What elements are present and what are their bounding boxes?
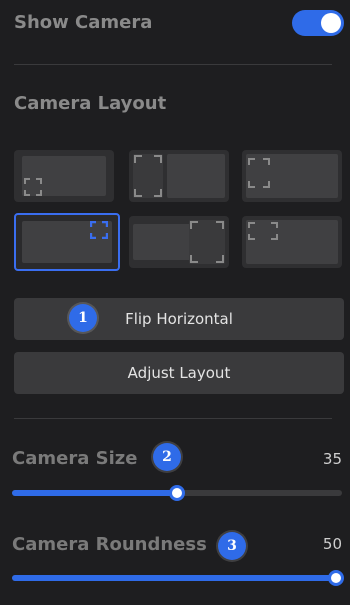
camera-size-label: Camera Size xyxy=(12,448,138,469)
layout-option-6[interactable] xyxy=(242,216,342,268)
marker-badge-2: 2 xyxy=(153,443,181,471)
adjust-layout-label: Adjust Layout xyxy=(127,364,231,382)
camera-layout-title: Camera Layout xyxy=(14,93,167,114)
layout-option-1[interactable] xyxy=(14,150,114,202)
camera-frame-icon xyxy=(89,220,109,240)
camera-size-slider[interactable] xyxy=(12,485,342,501)
slider-fill xyxy=(12,490,177,496)
slider-thumb[interactable] xyxy=(328,570,344,586)
layout-option-4[interactable] xyxy=(14,213,120,271)
flip-horizontal-label: Flip Horizontal xyxy=(125,310,233,328)
marker-badge-3: 3 xyxy=(218,532,246,560)
adjust-layout-button[interactable]: Adjust Layout xyxy=(14,352,344,394)
camera-panel xyxy=(133,154,163,198)
show-camera-label: Show Camera xyxy=(14,12,153,33)
show-camera-row: Show Camera xyxy=(14,10,344,38)
layout-option-2[interactable] xyxy=(129,150,229,202)
marker-badge-1: 1 xyxy=(69,304,97,332)
slider-fill xyxy=(12,575,336,581)
divider xyxy=(14,64,332,65)
slider-thumb[interactable] xyxy=(169,485,185,501)
flip-horizontal-button[interactable]: Flip Horizontal xyxy=(14,298,344,340)
camera-frame-icon xyxy=(24,178,42,196)
show-camera-toggle[interactable] xyxy=(292,10,344,36)
screen-area xyxy=(133,224,191,260)
camera-panel xyxy=(189,220,225,264)
camera-roundness-label: Camera Roundness xyxy=(12,534,207,555)
layout-option-5[interactable] xyxy=(129,216,229,268)
divider xyxy=(14,418,332,419)
camera-size-value: 35 xyxy=(322,450,342,468)
screen-area xyxy=(167,154,225,198)
toggle-knob xyxy=(321,13,341,33)
layout-option-3[interactable] xyxy=(242,150,342,202)
camera-frame-icon xyxy=(248,222,278,240)
camera-roundness-slider[interactable] xyxy=(12,570,344,586)
camera-frame-icon xyxy=(248,158,270,188)
camera-roundness-value: 50 xyxy=(322,535,342,553)
